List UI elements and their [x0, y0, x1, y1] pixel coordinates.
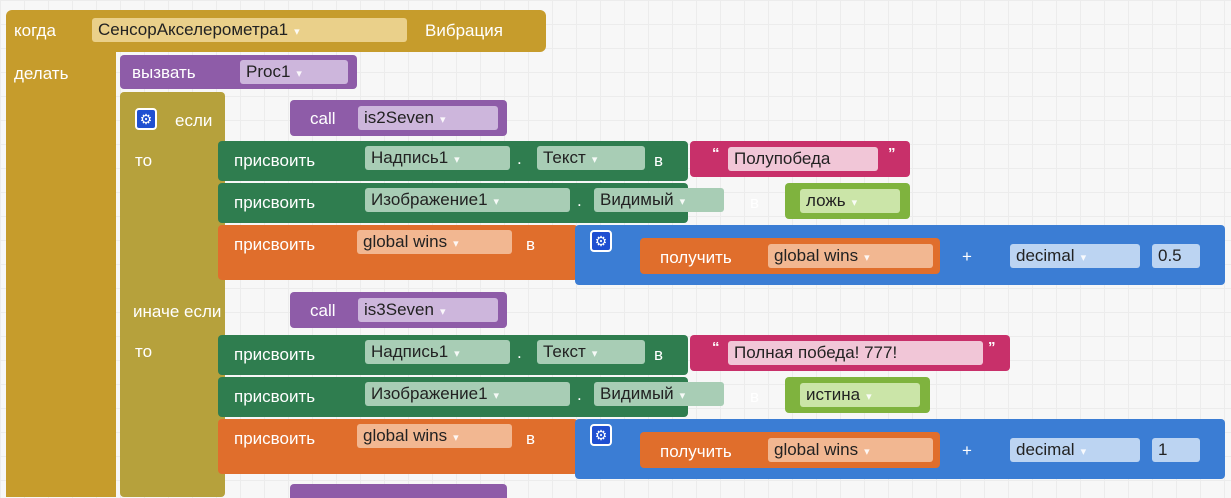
component-dropdown[interactable]: Изображение1 ▾	[365, 382, 570, 406]
text-value-field[interactable]: Полная победа! 777!	[728, 341, 983, 365]
setter-label: присвоить	[234, 345, 316, 364]
if-label: если	[175, 111, 213, 130]
property-dropdown[interactable]: Текст ▾	[537, 340, 645, 364]
mutator-gear-icon[interactable]: ⚙	[135, 108, 157, 130]
quote-close-icon: ”	[888, 145, 896, 162]
variable-dropdown[interactable]: global wins ▾	[357, 230, 512, 254]
component-dropdown[interactable]: Надпись1 ▾	[365, 146, 510, 170]
variable-dropdown[interactable]: global wins ▾	[357, 424, 512, 448]
quote-open-icon: “	[712, 145, 720, 162]
quote-close-icon: ”	[988, 339, 996, 356]
event-do-label: делать	[14, 64, 69, 83]
mutator-gear-icon[interactable]: ⚙	[590, 230, 612, 252]
component-dropdown[interactable]: Изображение1 ▾	[365, 188, 570, 212]
in-label: в	[750, 193, 760, 212]
number-field[interactable]: 1	[1152, 438, 1200, 462]
in-label: в	[526, 235, 536, 254]
plus-operator: +	[962, 441, 972, 460]
call-label: call	[310, 301, 336, 320]
variable-dropdown[interactable]: global wins ▾	[768, 244, 933, 268]
property-dropdown[interactable]: Видимый ▾	[594, 382, 724, 406]
getter-label: получить	[660, 248, 732, 267]
then-label-1: то	[135, 151, 153, 170]
setter-label: присвоить	[234, 193, 316, 212]
in-label: в	[654, 345, 664, 364]
event-name-label: Вибрация	[425, 21, 503, 40]
proc-name-dropdown[interactable]: Proc1 ▾	[240, 60, 348, 84]
variable-dropdown[interactable]: global wins ▾	[768, 438, 933, 462]
then-label-2: то	[135, 342, 153, 361]
setter-label: присвоить	[234, 151, 316, 170]
call-label: call	[310, 109, 336, 128]
in-label: в	[750, 387, 760, 406]
number-field[interactable]: 0.5	[1152, 244, 1200, 268]
call-partial-block[interactable]	[290, 484, 507, 498]
in-label: в	[654, 151, 664, 170]
event-component-dropdown[interactable]: СенсорАкселерометра1 ▾	[92, 18, 407, 42]
dot: .	[577, 191, 582, 210]
number-type-dropdown[interactable]: decimal ▾	[1010, 244, 1140, 268]
in-label: в	[526, 429, 536, 448]
getter-label: получить	[660, 442, 732, 461]
logic-value-dropdown[interactable]: ложь ▾	[800, 189, 900, 213]
is2seven-dropdown[interactable]: is2Seven ▾	[358, 106, 498, 130]
setter-label: присвоить	[234, 235, 316, 254]
dot: .	[517, 343, 522, 362]
number-type-dropdown[interactable]: decimal ▾	[1010, 438, 1140, 462]
mutator-gear-icon[interactable]: ⚙	[590, 424, 612, 446]
text-value-field[interactable]: Полупобеда	[728, 147, 878, 171]
component-dropdown[interactable]: Надпись1 ▾	[365, 340, 510, 364]
call-proc-label: вызвать	[132, 63, 196, 82]
logic-value-dropdown[interactable]: истина ▾	[800, 383, 920, 407]
plus-operator: +	[962, 247, 972, 266]
elseif-label: иначе если	[133, 302, 222, 321]
setter-label: присвоить	[234, 429, 316, 448]
quote-open-icon: “	[712, 339, 720, 356]
property-dropdown[interactable]: Текст ▾	[537, 146, 645, 170]
event-block-body	[6, 40, 116, 497]
setter-label: присвоить	[234, 387, 316, 406]
is3seven-dropdown[interactable]: is3Seven ▾	[358, 298, 498, 322]
property-dropdown[interactable]: Видимый ▾	[594, 188, 724, 212]
dot: .	[577, 385, 582, 404]
event-when-label: когда	[14, 21, 56, 40]
dot: .	[517, 149, 522, 168]
